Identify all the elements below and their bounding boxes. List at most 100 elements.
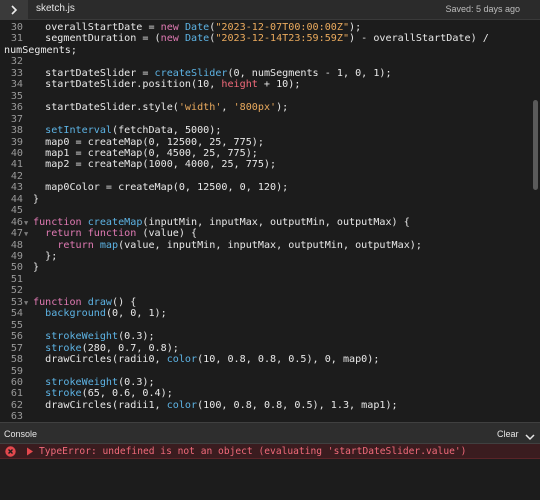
line-number: 30 bbox=[10, 22, 23, 33]
code-line[interactable]: 56 strokeWeight(0.3); bbox=[0, 331, 540, 343]
code-line[interactable]: 39 map0 = createMap(0, 12500, 25, 775); bbox=[0, 137, 540, 149]
code-text: } bbox=[33, 194, 39, 206]
code-line[interactable]: 54 background(0, 0, 1); bbox=[0, 308, 540, 320]
code-line[interactable]: 52 bbox=[0, 285, 540, 297]
line-number: 38 bbox=[10, 125, 23, 137]
code-token: Date bbox=[184, 22, 210, 33]
code-text: setInterval(fetchData, 5000); bbox=[33, 125, 221, 137]
code-token: return bbox=[57, 239, 94, 251]
code-token: numSegments; bbox=[4, 44, 77, 56]
code-line[interactable]: 30 overallStartDate = new Date("2023-12-… bbox=[0, 22, 540, 34]
saved-status: Saved: 5 days ago bbox=[445, 4, 520, 14]
code-token: startDateSlider = bbox=[33, 67, 155, 79]
code-line[interactable]: 59 bbox=[0, 366, 540, 378]
line-number: 52 bbox=[10, 285, 23, 297]
line-number: 39 bbox=[10, 136, 23, 148]
code-line[interactable]: numSegments; bbox=[0, 45, 540, 57]
code-token: , bbox=[221, 102, 234, 114]
code-token: (0.3); bbox=[118, 331, 155, 343]
code-line[interactable]: 50} bbox=[0, 262, 540, 274]
code-line[interactable]: 41 map2 = createMap(1000, 4000, 25, 775)… bbox=[0, 159, 540, 171]
code-line[interactable]: 45 bbox=[0, 205, 540, 217]
code-token: strokeWeight bbox=[45, 376, 119, 388]
code-line[interactable]: 57 stroke(280, 0.7, 0.8); bbox=[0, 343, 540, 355]
code-editor[interactable]: 30 overallStartDate = new Date("2023-12-… bbox=[0, 20, 540, 422]
code-text: numSegments; bbox=[4, 45, 77, 57]
expand-triangle-icon[interactable] bbox=[26, 447, 34, 456]
file-name[interactable]: sketch.js bbox=[36, 3, 75, 14]
clear-console-button[interactable]: Clear bbox=[497, 429, 519, 439]
code-token: "2023-12-07T00:00:00Z" bbox=[215, 22, 350, 33]
code-line[interactable]: 53 ▼ function draw() { bbox=[0, 297, 540, 309]
code-text: overallStartDate = new Date("2023-12-07T… bbox=[33, 22, 361, 34]
code-line[interactable]: 48 return map(value, inputMin, inputMax,… bbox=[0, 240, 540, 252]
line-number: 61 bbox=[10, 388, 23, 400]
code-line[interactable]: 40 map1 = createMap(0, 4500, 25, 775); bbox=[0, 148, 540, 160]
code-token: new bbox=[160, 22, 179, 33]
line-number: 42 bbox=[10, 170, 23, 182]
code-token: return bbox=[45, 228, 82, 240]
code-line[interactable]: 31 segmentDuration = (new Date("2023-12-… bbox=[0, 33, 540, 45]
code-token: ); bbox=[349, 22, 362, 33]
code-line[interactable]: 37 bbox=[0, 114, 540, 126]
collapse-console-button[interactable] bbox=[524, 428, 536, 441]
code-line[interactable]: 58 drawCircles(radii0, color(10, 0.8, 0.… bbox=[0, 354, 540, 366]
code-token: createSlider bbox=[154, 67, 228, 79]
code-text: stroke(65, 0.6, 0.4); bbox=[33, 388, 173, 400]
code-token: new bbox=[160, 33, 179, 45]
code-token: + 10); bbox=[257, 79, 301, 91]
code-text: startDateSlider = createSlider(0, numSeg… bbox=[33, 67, 391, 80]
code-line[interactable]: 36 startDateSlider.style('width', '800px… bbox=[0, 102, 540, 114]
line-number: 31 bbox=[10, 33, 23, 45]
line-number: 44 bbox=[10, 193, 23, 205]
code-text: strokeWeight(0.3); bbox=[33, 376, 154, 389]
code-token: drawCircles(radii1, bbox=[33, 399, 167, 411]
expand-sidebar-button[interactable] bbox=[0, 0, 28, 20]
code-line[interactable]: 44} bbox=[0, 194, 540, 206]
editor-scrollbar-thumb[interactable] bbox=[533, 100, 538, 190]
fold-arrow-icon[interactable]: ▼ bbox=[24, 297, 28, 309]
code-token: ); bbox=[276, 102, 289, 114]
code-line[interactable]: 42 bbox=[0, 171, 540, 183]
code-line[interactable]: 51 bbox=[0, 274, 540, 286]
code-token: drawCircles(radii0, bbox=[33, 354, 167, 366]
code-line[interactable]: 34 startDateSlider.position(10, height +… bbox=[0, 79, 540, 91]
code-token: (10, 0.8, 0.8, 0.5), 0, map0); bbox=[197, 354, 380, 366]
code-line[interactable]: 38 setInterval(fetchData, 5000); bbox=[0, 125, 540, 137]
code-line[interactable]: 60 strokeWeight(0.3); bbox=[0, 377, 540, 389]
code-token: setInterval bbox=[45, 125, 113, 137]
code-line[interactable]: 63 bbox=[0, 411, 540, 422]
code-line[interactable]: 55 bbox=[0, 320, 540, 332]
code-line[interactable]: 35 bbox=[0, 91, 540, 103]
code-token: map0Color = createMap(0, 12500, 0, 120); bbox=[33, 182, 289, 194]
code-line[interactable]: 49 }; bbox=[0, 251, 540, 263]
code-text: function createMap(inputMin, inputMax, o… bbox=[33, 217, 410, 229]
code-token: 'width' bbox=[178, 102, 222, 114]
fold-arrow-icon[interactable]: ▼ bbox=[24, 217, 28, 229]
code-token: map1 = createMap(0, 4500, 25, 775); bbox=[33, 147, 258, 159]
code-line[interactable]: 47 ▼ return function (value) { bbox=[0, 228, 540, 240]
code-line[interactable]: 32 bbox=[0, 56, 540, 68]
code-text: segmentDuration = (new Date("2023-12-14T… bbox=[33, 33, 489, 45]
code-line[interactable]: 33 startDateSlider = createSlider(0, num… bbox=[0, 68, 540, 80]
error-icon bbox=[5, 446, 16, 457]
console-error-row[interactable]: TypeError: undefined is not an object (e… bbox=[0, 444, 540, 459]
code-line[interactable]: 46 ▼ function createMap(inputMin, inputMax… bbox=[0, 217, 540, 229]
line-number: 48 bbox=[10, 239, 23, 251]
line-number: 40 bbox=[10, 147, 23, 159]
code-text: drawCircles(radii1, color(100, 0.8, 0.8,… bbox=[33, 400, 398, 412]
chevron-right-icon bbox=[11, 5, 18, 15]
code-token: '800px' bbox=[233, 102, 277, 114]
line-number: 56 bbox=[10, 331, 23, 343]
code-token: } bbox=[33, 262, 40, 274]
code-line[interactable]: 61 stroke(65, 0.6, 0.4); bbox=[0, 388, 540, 400]
line-number: 33 bbox=[10, 67, 23, 79]
fold-arrow-icon[interactable]: ▼ bbox=[24, 228, 28, 240]
code-line[interactable]: 62 drawCircles(radii1, color(100, 0.8, 0… bbox=[0, 400, 540, 412]
code-line[interactable]: 43 map0Color = createMap(0, 12500, 0, 12… bbox=[0, 182, 540, 194]
code-token: map0 = createMap(0, 12500, 25, 775); bbox=[33, 136, 264, 148]
line-number: 62 bbox=[10, 399, 23, 411]
code-text: background(0, 0, 1); bbox=[33, 308, 167, 320]
